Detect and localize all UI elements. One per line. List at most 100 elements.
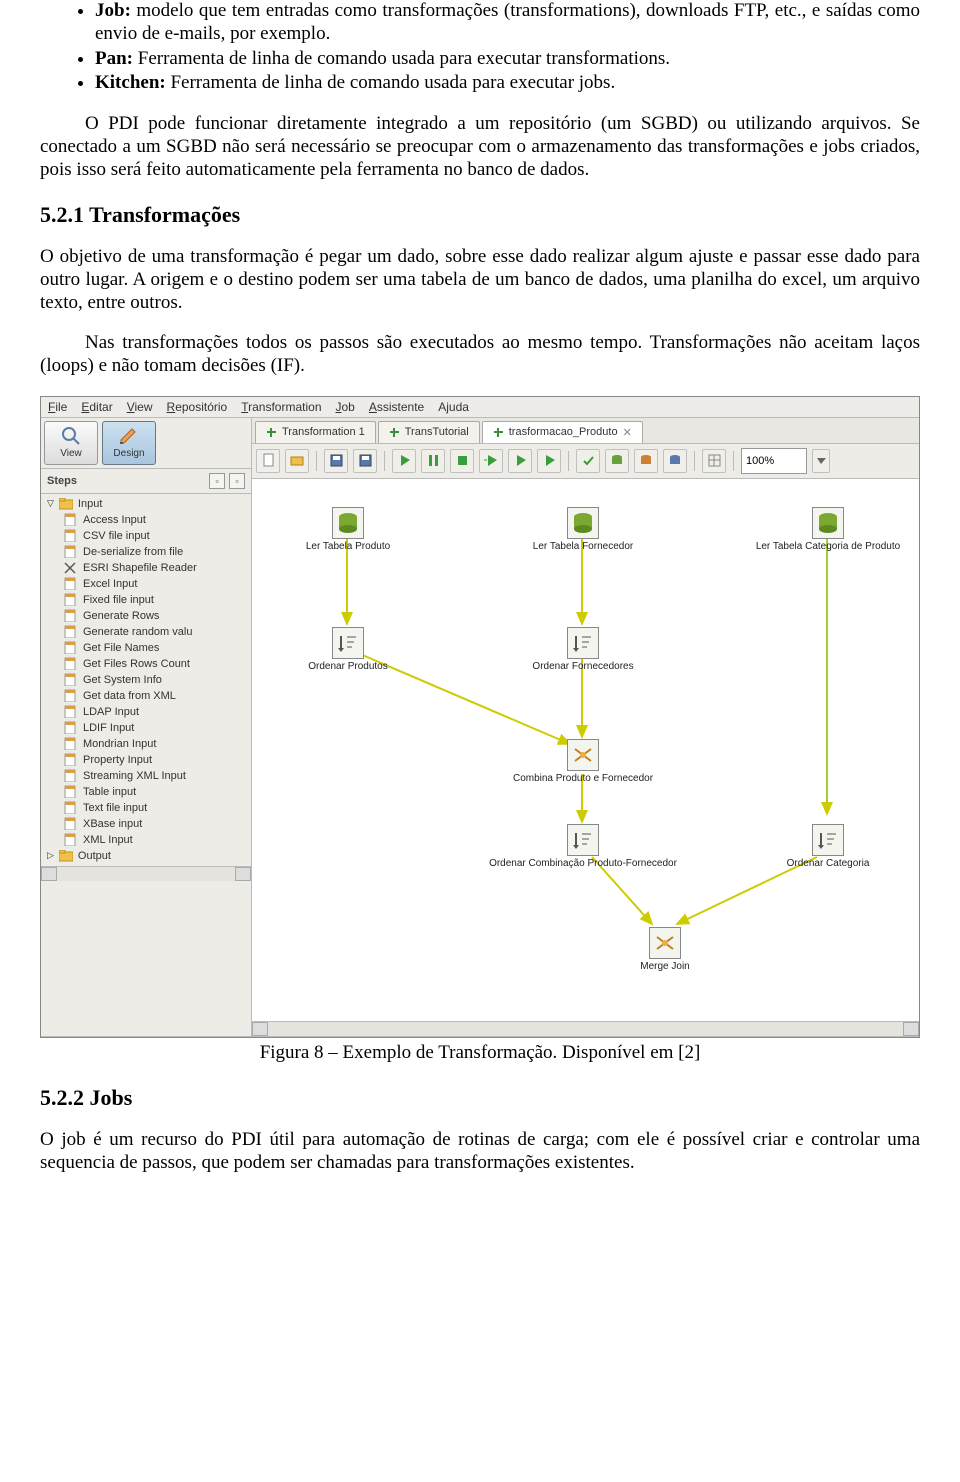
step-item[interactable]: Streaming XML Input xyxy=(43,768,251,784)
tab-transtutorial[interactable]: TransTutorial xyxy=(378,421,480,443)
step-item[interactable]: XBase input xyxy=(43,816,251,832)
replay-button[interactable] xyxy=(537,449,561,473)
folder-output[interactable]: ▷ Output xyxy=(43,848,251,864)
menu-transformation[interactable]: Transformation xyxy=(241,400,321,414)
stop-button[interactable] xyxy=(450,449,474,473)
merge-icon xyxy=(572,744,594,766)
db-search-icon xyxy=(668,453,683,468)
step-item[interactable]: Get data from XML xyxy=(43,688,251,704)
verify-button[interactable] xyxy=(576,449,600,473)
menu-ajuda[interactable]: Ajuda xyxy=(438,400,469,414)
grid-icon xyxy=(707,453,722,468)
step-item[interactable]: Fixed file input xyxy=(43,592,251,608)
node-ler-tabela-produto[interactable]: Ler Tabela Produto xyxy=(330,507,366,552)
step-item[interactable]: CSV file input xyxy=(43,528,251,544)
run-button[interactable] xyxy=(392,449,416,473)
menu-assistente[interactable]: Assistente xyxy=(369,400,424,414)
collapse-icon[interactable]: ▫ xyxy=(229,473,245,489)
step-item[interactable]: LDIF Input xyxy=(43,720,251,736)
preview-button[interactable] xyxy=(479,449,503,473)
save-as-button[interactable] xyxy=(353,449,377,473)
step-item[interactable]: Property Input xyxy=(43,752,251,768)
step-item[interactable]: Mondrian Input xyxy=(43,736,251,752)
step-icon xyxy=(63,657,78,670)
step-item[interactable]: Text file input xyxy=(43,800,251,816)
scrollbar-h-left[interactable] xyxy=(41,866,251,881)
step-item[interactable]: ESRI Shapefile Reader xyxy=(43,560,251,576)
steps-tree: ▽ Input Access InputCSV file inputDe-ser… xyxy=(41,494,251,866)
expand-icon[interactable]: ▫ xyxy=(209,473,225,489)
step-icon xyxy=(63,625,78,638)
node-ordenar-combinacao[interactable]: Ordenar Combinação Produto-Fornecedor xyxy=(565,824,601,869)
tab-transformation-1[interactable]: Transformation 1 xyxy=(255,421,376,443)
open-button[interactable] xyxy=(285,449,309,473)
play-icon xyxy=(397,453,412,468)
steps-label: Steps xyxy=(47,475,77,487)
db-icon xyxy=(336,511,360,535)
folder-open-icon xyxy=(290,453,305,468)
step-icon xyxy=(63,737,78,750)
step-item[interactable]: XML Input xyxy=(43,832,251,848)
step-item[interactable]: Get Files Rows Count xyxy=(43,656,251,672)
node-ordenar-produtos[interactable]: Ordenar Produtos xyxy=(330,627,366,672)
db-icon xyxy=(571,511,595,535)
step-icon xyxy=(63,801,78,814)
sort-icon xyxy=(337,632,359,654)
save-button[interactable] xyxy=(324,449,348,473)
step-item[interactable]: Excel Input xyxy=(43,576,251,592)
tab-bar: Transformation 1 TransTutorial trasforma… xyxy=(252,418,919,444)
db-icon xyxy=(639,453,654,468)
scrollbar-h-canvas[interactable] xyxy=(252,1021,919,1036)
canvas[interactable]: Ler Tabela Produto Ler Tabela Fornecedor… xyxy=(252,479,919,1021)
paragraph-4: O job é um recurso do PDI útil para auto… xyxy=(40,1129,920,1175)
db-icon xyxy=(816,511,840,535)
step-item[interactable]: LDAP Input xyxy=(43,704,251,720)
tab-trasformacao-produto[interactable]: trasformacao_Produto ✕ xyxy=(482,421,643,443)
step-item[interactable]: Get System Info xyxy=(43,672,251,688)
sort-icon xyxy=(817,829,839,851)
node-merge-join[interactable]: Merge Join xyxy=(647,927,683,972)
stop-icon xyxy=(455,453,470,468)
node-ordenar-categoria[interactable]: Ordenar Categoria xyxy=(810,824,846,869)
close-icon[interactable]: ✕ xyxy=(623,426,632,439)
design-button[interactable]: Design xyxy=(102,421,156,465)
step-item[interactable]: Generate random valu xyxy=(43,624,251,640)
node-combina[interactable]: Combina Produto e Fornecedor xyxy=(565,739,601,784)
pause-button[interactable] xyxy=(421,449,445,473)
step-icon xyxy=(63,833,78,846)
menu-view[interactable]: View xyxy=(127,400,153,414)
impact-button[interactable] xyxy=(605,449,629,473)
node-ler-tabela-categoria[interactable]: Ler Tabela Categoria de Produto xyxy=(810,507,846,552)
step-icon xyxy=(63,817,78,830)
step-icon xyxy=(63,673,78,686)
check-icon xyxy=(581,453,596,468)
disk-icon xyxy=(329,453,344,468)
view-button[interactable]: View xyxy=(44,421,98,465)
sql-button[interactable] xyxy=(634,449,658,473)
transformation-icon xyxy=(266,427,277,438)
zoom-input[interactable] xyxy=(741,448,807,474)
node-ordenar-fornecedores[interactable]: Ordenar Fornecedores xyxy=(565,627,601,672)
debug-button[interactable] xyxy=(508,449,532,473)
step-item[interactable]: De-serialize from file xyxy=(43,544,251,560)
folder-input[interactable]: ▽ Input xyxy=(43,496,251,512)
step-item[interactable]: Access Input xyxy=(43,512,251,528)
explore-button[interactable] xyxy=(663,449,687,473)
step-item[interactable]: Generate Rows xyxy=(43,608,251,624)
menu-file[interactable]: File xyxy=(48,400,67,414)
menu-job[interactable]: Job xyxy=(336,400,355,414)
chevron-down-icon: ▽ xyxy=(47,498,54,509)
pdi-screenshot: File Editar View Repositório Transformat… xyxy=(40,396,920,1038)
play-arrow-icon xyxy=(484,453,499,468)
paragraph-3: Nas transformações todos os passos são e… xyxy=(40,332,920,378)
new-button[interactable] xyxy=(256,449,280,473)
heading-521: 5.2.1 Transformações xyxy=(40,202,920,228)
node-ler-tabela-fornecedor[interactable]: Ler Tabela Fornecedor xyxy=(565,507,601,552)
results-button[interactable] xyxy=(702,449,726,473)
step-item[interactable]: Get File Names xyxy=(43,640,251,656)
zoom-dropdown[interactable] xyxy=(812,449,830,473)
menu-editar[interactable]: Editar xyxy=(81,400,112,414)
step-item[interactable]: Table input xyxy=(43,784,251,800)
menu-repositorio[interactable]: Repositório xyxy=(167,400,228,414)
step-icon xyxy=(63,577,78,590)
